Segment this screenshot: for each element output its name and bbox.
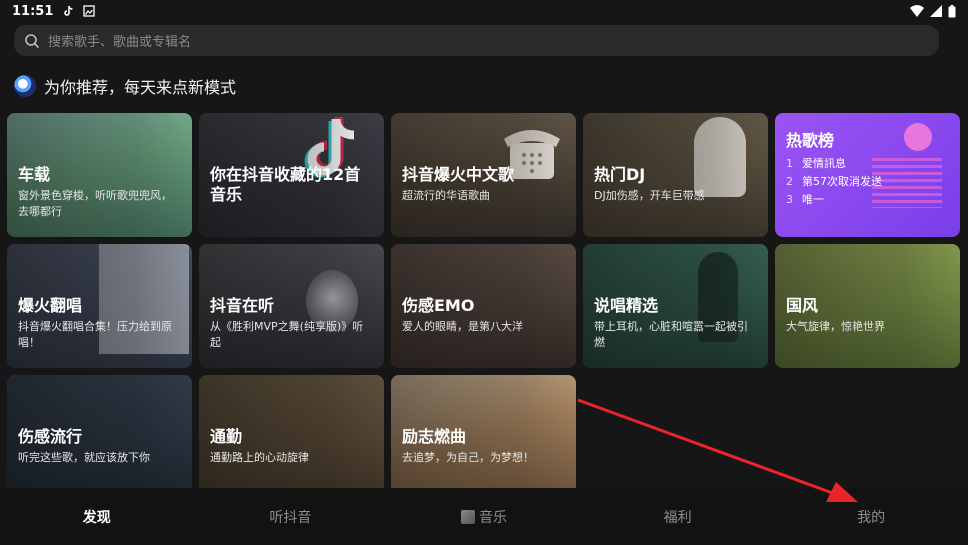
playlist-card-douyin-listening[interactable]: 抖音在听 从《胜利MVP之舞(纯享版)》听起 [199,244,384,368]
bottom-nav: 发现 听抖音 音乐 福利 我的 [0,488,968,545]
recommend-title: 为你推荐，每天来点新模式 [44,78,237,97]
wifi-icon [910,5,924,17]
search-input[interactable]: 搜索歌手、歌曲或专辑名 [48,31,191,50]
card-title: 你在抖音收藏的12首音乐 [210,165,361,204]
playlist-card-inspiration[interactable]: 励志燃曲 去追梦，为自己，为梦想！ [391,375,576,499]
playlist-card-commute[interactable]: 通勤 通勤路上的心动旋律 [199,375,384,499]
card-title: 说唱精选 [594,296,659,315]
signal-icon [930,5,942,17]
playlist-card-covers[interactable]: 爆火翻唱 抖音爆火翻唱合集！压力给到原唱！ [7,244,192,368]
search-bar[interactable]: 搜索歌手、歌曲或专辑名 [14,25,939,56]
card-title: 抖音爆火中文歌 [402,165,515,184]
tiktok-notification-icon [64,5,73,16]
card-subtitle: 超流行的华语歌曲 [402,189,490,202]
image-notification-icon [83,5,96,17]
playlist-card-sad-emo[interactable]: 伤感EMO 爱人的眼睛，是第八大洋 [391,244,576,368]
card-title: 伤感EMO [402,296,475,315]
playlist-card-guofeng[interactable]: 国风 大气旋律，惊艳世界 [775,244,960,368]
card-subtitle: 听完这些歌，就应该放下你 [18,451,150,464]
card-subtitle: 去追梦，为自己，为梦想！ [402,451,534,464]
playlist-card-hot-chinese[interactable]: 抖音爆火中文歌 超流行的华语歌曲 [391,113,576,237]
playlist-card-favorites[interactable]: 你在抖音收藏的12首音乐 [199,113,384,237]
playlist-card-car[interactable]: 车载 窗外景色穿梭，听听歌兜兜风，去哪都行 [7,113,192,237]
chart-row: 1 爱情訊息 [786,157,846,170]
chart-decoration-bars [872,158,942,208]
card-subtitle: 窗外景色穿梭，听听歌兜兜风，去哪都行 [18,189,172,218]
card-subtitle: 通勤路上的心动旋律 [210,451,309,464]
tab-welfare[interactable]: 福利 [581,507,775,527]
tab-music[interactable]: 音乐 [387,507,581,527]
card-subtitle: 带上耳机，心脏和喧嚣一起被引燃 [594,320,748,349]
card-title: 爆火翻唱 [18,296,83,315]
recommend-avatar-icon [14,75,36,97]
card-title: 抖音在听 [210,296,275,315]
chart-row: 2 第57次取消发送 [786,175,882,188]
playlist-card-sad-pop[interactable]: 伤感流行 听完这些歌，就应该放下你 [7,375,192,499]
playlist-card-hot-songs-chart[interactable]: 热歌榜 1 爱情訊息 2 第57次取消发送 3 唯一 [775,113,960,237]
playlist-card-rap[interactable]: 说唱精选 带上耳机，心脏和喧嚣一起被引燃 [583,244,768,368]
card-title: 国风 [786,296,819,315]
status-bar: 11:51 [0,0,968,22]
card-title: 伤感流行 [18,427,83,446]
tab-listen-douyin[interactable]: 听抖音 [194,507,388,527]
search-icon [25,33,40,48]
card-title: 热门DJ [594,165,646,184]
music-icon [460,509,475,524]
chart-row: 3 唯一 [786,193,824,206]
battery-icon [948,4,956,17]
card-title: 车载 [18,165,51,184]
card-subtitle: 抖音爆火翻唱合集！压力给到原唱！ [18,320,172,349]
card-subtitle: 大气旋律，惊艳世界 [786,320,885,333]
tab-discover[interactable]: 发现 [0,507,194,527]
status-time: 11:51 [12,3,54,19]
playlist-card-hot-dj[interactable]: 热门DJ DJ加伤感，开车巨带感 [583,113,768,237]
tab-mine[interactable]: 我的 [774,507,968,527]
card-subtitle: DJ加伤感，开车巨带感 [594,189,705,202]
card-title: 通勤 [210,427,243,446]
card-title: 励志燃曲 [402,427,467,446]
card-subtitle: 爱人的眼睛，是第八大洋 [402,320,523,333]
tab-music-label: 音乐 [478,509,507,526]
chart-decoration [904,123,932,151]
recommend-header: 为你推荐，每天来点新模式 [14,74,236,98]
card-subtitle: 从《胜利MVP之舞(纯享版)》听起 [210,320,364,349]
card-title: 热歌榜 [786,131,835,150]
chart-rows: 1 爱情訊息 2 第57次取消发送 3 唯一 [786,155,882,209]
